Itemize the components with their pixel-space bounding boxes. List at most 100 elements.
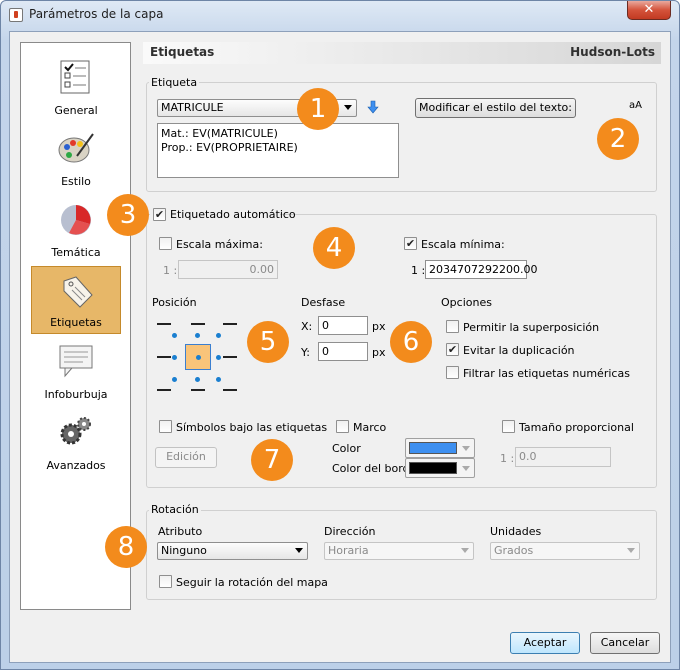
panel-header: Etiquetas Hudson-Lots — [143, 42, 661, 64]
proportional-size-checkbox[interactable] — [502, 420, 515, 433]
border-color-label: Color del borde — [332, 462, 417, 475]
position-option — [157, 389, 171, 391]
rotation-attribute-select[interactable]: Ninguno — [157, 542, 308, 560]
palette-icon — [58, 133, 94, 163]
label-group-title: Etiqueta — [149, 76, 200, 89]
expression-line: Prop.: EV(PROPRIETAIRE) — [161, 141, 298, 154]
position-grid[interactable] — [157, 318, 239, 394]
chevron-down-icon — [627, 548, 635, 553]
java-app-icon — [9, 8, 23, 22]
border-color-picker[interactable] — [405, 458, 475, 478]
position-option — [195, 377, 200, 382]
sidebar-item-infoburbuja[interactable]: Infoburbuja — [31, 337, 121, 405]
position-option — [216, 355, 221, 360]
sidebar-item-general[interactable]: General — [31, 53, 121, 121]
position-option — [223, 356, 237, 358]
avoid-duplicates-checkbox[interactable]: ✔ — [446, 343, 459, 356]
position-option — [172, 333, 177, 338]
offset-y-input[interactable]: 0 — [318, 342, 368, 361]
checklist-icon — [60, 60, 90, 94]
edit-symbols-button[interactable]: Edición — [155, 447, 217, 468]
offset-x-label: X: — [301, 320, 313, 333]
sidebar-item-etiquetas[interactable]: Etiquetas — [31, 266, 121, 334]
sidebar-item-estilo[interactable]: Estilo — [31, 124, 121, 192]
position-label: Posición — [152, 296, 197, 309]
max-scale-checkbox[interactable] — [159, 237, 172, 250]
chevron-down-icon — [461, 548, 469, 553]
min-scale-label: Escala mínima: — [421, 238, 505, 251]
dialog-window: Parámetros de la capa ✕ General Estilo T… — [0, 0, 680, 670]
label-field-value: MATRICULE — [161, 101, 224, 114]
allow-overlap-checkbox[interactable] — [446, 320, 459, 333]
arrow-down-icon[interactable] — [367, 100, 379, 114]
follow-map-rotation-label: Seguir la rotación del mapa — [176, 576, 328, 589]
min-scale-prefix: 1 : — [411, 264, 426, 277]
avoid-duplicates-label: Evitar la duplicación — [463, 344, 575, 357]
offset-label: Desfase — [301, 296, 346, 309]
position-option — [195, 333, 200, 338]
max-scale-input[interactable]: 0.00 — [178, 260, 278, 279]
sidebar-item-label: Etiquetas — [50, 316, 102, 329]
position-option — [216, 333, 221, 338]
border-color-swatch — [409, 462, 457, 474]
frame-color-swatch — [409, 442, 457, 454]
label-expression-textarea[interactable]: Mat.: EV(MATRICULE) Prop.: EV(PROPRIETAI… — [157, 123, 399, 178]
callout-badge: 4 — [313, 227, 355, 269]
callout-badge: 6 — [390, 321, 432, 363]
rotation-units-value: Grados — [494, 544, 534, 557]
callout-badge: 7 — [251, 439, 293, 481]
window-title: Parámetros de la capa — [29, 7, 164, 21]
frame-color-label: Color — [332, 442, 361, 455]
callout-badge: 8 — [105, 526, 147, 568]
position-option — [172, 355, 177, 360]
sidebar-item-label: Estilo — [61, 175, 91, 188]
symbols-label: Símbolos bajo las etiquetas — [176, 421, 328, 434]
style-preview: aA — [629, 100, 642, 111]
expression-line: Mat.: EV(MATRICULE) — [161, 127, 278, 140]
offset-y-label: Y: — [301, 346, 310, 359]
rotation-group-title: Rotación — [149, 503, 201, 516]
position-option — [191, 323, 205, 325]
text-style-button[interactable]: Modificar el estilo del texto: — [415, 98, 576, 118]
position-option — [216, 377, 221, 382]
symbols-checkbox[interactable] — [159, 420, 172, 433]
sidebar-item-label: Infoburbuja — [44, 388, 108, 401]
frame-label: Marco — [353, 421, 387, 434]
direction-label: Dirección — [324, 525, 376, 538]
chevron-down-icon — [462, 466, 470, 471]
min-scale-input[interactable]: 2034707292200.00 — [425, 260, 537, 279]
position-selected-center[interactable] — [185, 344, 211, 370]
position-option — [157, 356, 171, 358]
sidebar-item-label: General — [54, 104, 98, 117]
attribute-label: Atributo — [158, 525, 203, 538]
labels-panel: Etiquetas Hudson-Lots Etiqueta MATRICULE… — [105, 42, 661, 612]
callout-badge: 3 — [107, 194, 149, 236]
proportional-input[interactable]: 0.0 — [515, 447, 611, 467]
dialog-content: General Estilo Temática Etiquetas Infobu… — [9, 31, 671, 663]
frame-checkbox[interactable] — [336, 420, 349, 433]
rotation-attribute-value: Ninguno — [161, 544, 207, 557]
title-bar: Parámetros de la capa ✕ — [1, 1, 679, 29]
close-button[interactable]: ✕ — [627, 1, 671, 20]
chevron-down-icon — [462, 446, 470, 451]
min-scale-checkbox[interactable]: ✔ — [404, 237, 417, 250]
callout-badge: 2 — [597, 118, 639, 160]
pie-chart-icon — [61, 205, 91, 235]
sidebar-item-avanzados[interactable]: Avanzados — [31, 408, 121, 476]
cancel-button[interactable]: Cancelar — [590, 632, 660, 654]
units-label: Unidades — [490, 525, 542, 538]
follow-map-rotation-checkbox[interactable] — [159, 575, 172, 588]
filter-numeric-checkbox[interactable] — [446, 366, 459, 379]
max-scale-prefix: 1 : — [163, 264, 178, 277]
offset-x-input[interactable]: 0 — [318, 316, 368, 335]
accept-button[interactable]: Aceptar — [510, 632, 580, 654]
sidebar-item-tematica[interactable]: Temática — [31, 195, 121, 263]
frame-color-picker[interactable] — [405, 438, 475, 458]
rotation-units-select[interactable]: Grados — [490, 542, 640, 560]
proportional-prefix: 1 : — [500, 452, 515, 465]
rotation-direction-select[interactable]: Horaria — [324, 542, 474, 560]
sidebar-item-label: Avanzados — [46, 459, 106, 472]
speech-bubble-icon — [59, 345, 93, 378]
options-label: Opciones — [441, 296, 492, 309]
auto-label-checkbox[interactable]: ✔ — [153, 208, 166, 221]
